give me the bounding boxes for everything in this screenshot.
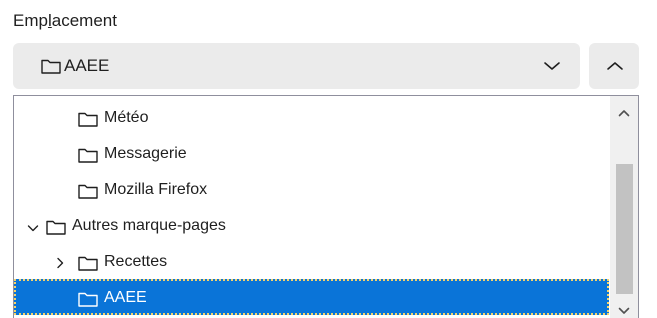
- location-label: Emplacement: [13, 11, 117, 31]
- bookmark-location-panel: Emplacement AAEE Météo Messagerie Mozill…: [0, 0, 657, 318]
- folder-select[interactable]: AAEE: [13, 43, 580, 89]
- tree-item-autres-marque-pages[interactable]: Autres marque-pages: [14, 207, 609, 243]
- folder-icon: [41, 58, 61, 79]
- folder-icon: [78, 147, 98, 168]
- scroll-up-arrow-icon[interactable]: [618, 104, 630, 122]
- folder-icon: [78, 111, 98, 132]
- scrollbar-thumb[interactable]: [616, 164, 633, 294]
- folder-icon: [78, 291, 98, 312]
- tree-item-mozilla-firefox[interactable]: Mozilla Firefox: [14, 171, 609, 207]
- tree-scrollbar[interactable]: [610, 96, 638, 318]
- tree-item-meteo[interactable]: Météo: [14, 99, 609, 135]
- tree-item-label: AAEE: [104, 289, 147, 306]
- folder-icon: [78, 255, 98, 276]
- tree-item-label: Mozilla Firefox: [104, 181, 208, 198]
- tree-item-label: Messagerie: [104, 145, 187, 162]
- tree-item-messagerie[interactable]: Messagerie: [14, 135, 609, 171]
- tree-item-label: Autres marque-pages: [72, 217, 226, 234]
- chevron-up-icon: [607, 62, 623, 70]
- folder-icon: [78, 183, 98, 204]
- location-label-end: acement: [51, 11, 117, 30]
- tree-item-recettes[interactable]: Recettes: [14, 243, 609, 279]
- folder-select-value: AAEE: [64, 56, 110, 75]
- scroll-down-arrow-icon[interactable]: [618, 302, 630, 318]
- collapse-tree-button[interactable]: [589, 43, 639, 89]
- tree-item-aaee[interactable]: AAEE: [14, 279, 609, 315]
- folder-tree[interactable]: Météo Messagerie Mozilla Firefox Autres …: [13, 95, 639, 318]
- chevron-down-icon: [543, 59, 561, 77]
- tree-item-label: Recettes: [104, 253, 168, 270]
- expand-chevron-down-icon[interactable]: [27, 220, 39, 238]
- location-label-start: Emp: [13, 11, 48, 30]
- tree-item-label: Météo: [104, 109, 149, 126]
- folder-icon: [46, 219, 66, 240]
- expand-chevron-right-icon[interactable]: [55, 256, 65, 274]
